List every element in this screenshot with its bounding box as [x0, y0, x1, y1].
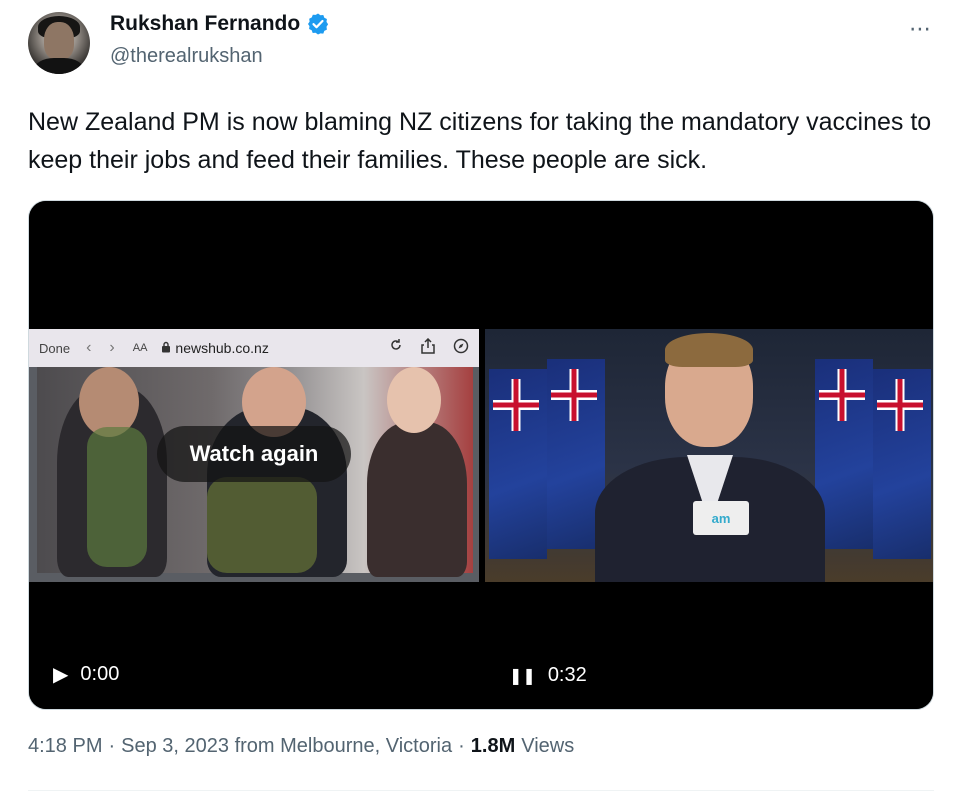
video-time-left: 0:00 — [80, 663, 120, 685]
media-container: Done ‹ › AA newshub.co.nz Watch again ▶ … — [28, 200, 934, 710]
more-options-icon[interactable]: ⋯ — [909, 16, 932, 42]
video-controls-right: ❚❚ 0:32 — [509, 664, 587, 687]
nz-flag-icon — [489, 369, 547, 559]
views-count[interactable]: 1.8M — [471, 735, 515, 758]
back-arrow-icon: ‹ — [86, 339, 92, 356]
video-frame-right: am — [485, 329, 933, 582]
tweet-metadata: 4:18 PM · Sep 3, 2023 from Melbourne, Vi… — [28, 735, 574, 758]
separator: · — [108, 735, 116, 757]
pause-icon[interactable]: ❚❚ — [509, 666, 536, 686]
author-name-row[interactable]: Rukshan Fernando — [110, 12, 330, 36]
play-icon[interactable]: ▶ — [53, 662, 68, 687]
lock-icon — [161, 341, 171, 356]
avatar[interactable] — [28, 12, 90, 74]
text-size-label: AA — [132, 342, 148, 354]
browser-done-label: Done — [39, 340, 71, 356]
nz-flag-icon — [873, 369, 931, 559]
tweet-time[interactable]: 4:18 PM — [28, 735, 102, 758]
author-handle[interactable]: @therealrukshan — [110, 45, 263, 68]
forward-arrow-icon: › — [109, 339, 115, 356]
video-player-right[interactable]: am ❚❚ 0:32 — [485, 201, 933, 709]
views-label: Views — [521, 735, 575, 757]
video-player-left[interactable]: Done ‹ › AA newshub.co.nz Watch again ▶ … — [29, 201, 479, 709]
microphone-logo: am — [693, 501, 749, 535]
video-time-right: 0:32 — [547, 664, 587, 686]
tweet-text: New Zealand PM is now blaming NZ citizen… — [28, 108, 932, 174]
share-icon — [421, 337, 435, 358]
browser-toolbar: Done ‹ › AA newshub.co.nz — [29, 329, 479, 367]
author-name[interactable]: Rukshan Fernando — [110, 12, 300, 36]
speaker-figure — [595, 333, 825, 582]
watch-again-button[interactable]: Watch again — [157, 426, 351, 482]
verified-badge-icon — [306, 12, 330, 36]
tweet-date-location[interactable]: Sep 3, 2023 from Melbourne, Victoria — [121, 735, 452, 758]
divider — [28, 790, 934, 791]
separator: · — [458, 735, 465, 757]
browser-url: newshub.co.nz — [175, 340, 269, 356]
video-controls-left: ▶ 0:00 — [53, 662, 119, 687]
compass-icon — [453, 338, 469, 358]
reload-icon — [389, 338, 403, 358]
